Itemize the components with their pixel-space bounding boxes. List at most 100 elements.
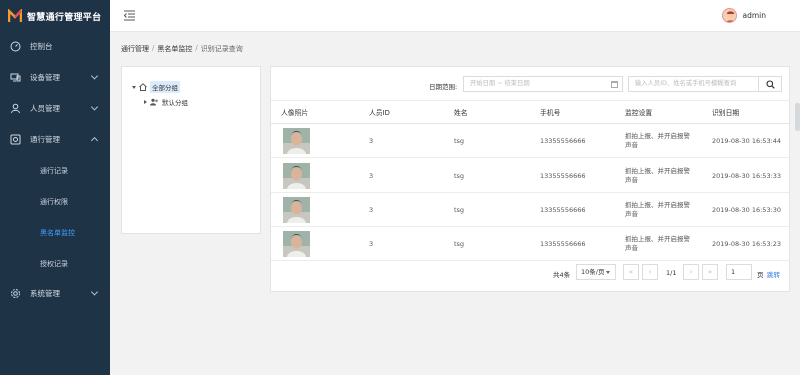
sidebar-subitem-blacklist[interactable]: 黑名单监控 <box>0 217 110 248</box>
gear-icon <box>10 288 21 299</box>
avatar <box>721 8 737 23</box>
table-row[interactable]: 3 tsg 13355556666 抓拍上报、并开启报警声音 2019-08-30 16… <box>271 159 789 193</box>
scrollbar-thumb[interactable] <box>795 103 800 131</box>
column-header: 识别日期 <box>712 109 740 117</box>
sidebar-item-label: 控制台 <box>30 41 53 51</box>
face-photo[interactable] <box>283 196 310 223</box>
chevron-down-icon <box>90 103 99 111</box>
search-input[interactable]: 输入人员ID、姓名或手机号模糊查询 <box>628 76 758 92</box>
monitor-setting-cell: 抓拍上报、并开启报警声音 <box>625 193 695 226</box>
breadcrumb-item[interactable]: 黑名单监控 <box>157 44 192 54</box>
chevron-down-icon <box>90 72 99 80</box>
sidebar-subitem-auth-records[interactable]: 授权记录 <box>0 248 110 279</box>
column-header: 手机号 <box>540 109 561 117</box>
page-size-select[interactable]: 10条/页 <box>576 264 616 280</box>
prev-page-button[interactable]: ‹ <box>642 264 658 280</box>
breadcrumb: 通行管理 / 黑名单监控 / 识别记录查询 <box>121 44 243 54</box>
phone-cell: 13355556666 <box>540 171 586 180</box>
tree-node-default[interactable]: 默认分组 <box>144 97 188 107</box>
table-row[interactable]: 3 tsg 13355556666 抓拍上报、并开启报警声音 2019-08-30 16… <box>271 227 789 261</box>
sidebar-item-device[interactable]: 设备管理 <box>0 62 110 92</box>
photo-cell <box>283 124 310 157</box>
name-cell: tsg <box>454 205 465 214</box>
column-header: 姓名 <box>454 109 468 117</box>
date-cell: 2019-08-30 16:53:30 <box>712 205 782 214</box>
tree-node-root[interactable]: 全部分组 <box>132 81 180 93</box>
first-page-button[interactable]: « <box>623 264 639 280</box>
group-tree-panel: 全部分组 默认分组 <box>121 66 261 234</box>
photo-cell <box>283 159 310 192</box>
tree-node-label[interactable]: 默认分组 <box>162 97 188 107</box>
column-header: 监控设置 <box>625 109 653 117</box>
pagination: 共4条 10条/页 « ‹ 1/1 › » 1 页 跳转 <box>271 263 789 285</box>
chevron-up-icon <box>90 136 99 145</box>
user-icon <box>10 103 21 114</box>
monitor-setting-cell: 抓拍上报、并开启报警声音 <box>625 159 695 192</box>
sidebar-item-dashboard[interactable]: 控制台 <box>0 31 110 61</box>
sidebar-item-people[interactable]: 人员管理 <box>0 93 110 123</box>
person-id-cell: 3 <box>369 239 374 248</box>
face-photo[interactable] <box>283 127 310 154</box>
date-cell: 2019-08-30 16:53:44 <box>712 136 782 145</box>
sidebar-item-label: 人员管理 <box>30 103 60 113</box>
phone-cell: 13355556666 <box>540 239 586 248</box>
user-menu[interactable]: admin <box>721 8 766 23</box>
name-cell: tsg <box>454 239 465 248</box>
monitor-setting-cell: 抓拍上报、并开启报警声音 <box>625 124 695 157</box>
table-header: 人像照片 人员ID 姓名 手机号 监控设置 识别日期 <box>271 100 789 124</box>
search-button[interactable] <box>758 76 782 92</box>
column-header: 人员ID <box>369 109 390 117</box>
jump-button[interactable]: 跳转 <box>767 269 780 279</box>
name-cell: tsg <box>454 136 465 145</box>
face-photo[interactable] <box>283 230 310 257</box>
table-row[interactable]: 3 tsg 13355556666 抓拍上报、并开启报警声音 2019-08-30 16… <box>271 193 789 227</box>
date-range-input[interactable]: 开始日期 ~ 结束日期 <box>463 76 623 92</box>
breadcrumb-item[interactable]: 通行管理 <box>121 44 149 54</box>
monitor-setting-text: 抓拍上报、并开启报警声音 <box>625 166 690 184</box>
monitor-setting-cell: 抓拍上报、并开启报警声音 <box>625 227 695 260</box>
date-range-placeholder: 开始日期 ~ 结束日期 <box>470 80 530 87</box>
sidebar-item-access[interactable]: 通行管理 <box>0 124 110 154</box>
records-panel: 日期范围: 开始日期 ~ 结束日期 输入人员ID、姓名或手机号模糊查询 人像照片… <box>270 66 790 292</box>
chevron-down-icon <box>90 288 99 296</box>
tree-node-label[interactable]: 全部分组 <box>150 81 180 93</box>
last-page-button[interactable]: » <box>702 264 718 280</box>
breadcrumb-separator: / <box>152 44 155 52</box>
sidebar-item-label: 系统管理 <box>30 288 60 298</box>
next-page-button[interactable]: › <box>683 264 699 280</box>
menu-collapse-icon[interactable] <box>123 9 136 22</box>
photo-cell <box>283 193 310 226</box>
group-icon <box>150 98 158 106</box>
search-icon <box>765 79 775 89</box>
sidebar-item-label: 设备管理 <box>30 72 60 82</box>
page-info: 1/1 <box>666 269 677 277</box>
caret-right-icon[interactable] <box>144 100 147 104</box>
page-suffix: 页 <box>757 271 764 279</box>
access-icon <box>10 134 21 145</box>
app-title: 智慧通行管理平台 <box>27 12 102 23</box>
table-row[interactable]: 3 tsg 13355556666 抓拍上报、并开启报警声音 2019-08-30 16… <box>271 124 789 158</box>
phone-cell: 13355556666 <box>540 205 586 214</box>
caret-down-icon[interactable] <box>132 85 136 89</box>
total-count: 共4条 <box>553 271 571 279</box>
sidebar-subitem-permissions[interactable]: 通行权限 <box>0 186 110 217</box>
top-header: admin <box>110 0 800 32</box>
logo-icon <box>8 9 22 22</box>
sidebar-item-system[interactable]: 系统管理 <box>0 278 110 308</box>
person-id-cell: 3 <box>369 171 374 180</box>
face-photo[interactable] <box>283 162 310 189</box>
breadcrumb-current: 识别记录查询 <box>200 45 243 53</box>
monitor-setting-text: 抓拍上报、并开启报警声音 <box>625 200 690 218</box>
breadcrumb-separator: / <box>195 44 198 52</box>
page-number-input[interactable]: 1 <box>726 264 752 280</box>
sidebar-subitem-records[interactable]: 通行记录 <box>0 155 110 186</box>
date-cell: 2019-08-30 16:53:23 <box>712 239 782 248</box>
dashboard-icon <box>10 41 21 52</box>
column-header: 人像照片 <box>281 109 309 117</box>
photo-cell <box>283 227 310 260</box>
person-id-cell: 3 <box>369 205 374 214</box>
date-cell: 2019-08-30 16:53:33 <box>712 171 782 180</box>
sidebar-item-label: 通行管理 <box>30 134 60 144</box>
logo: 智慧通行管理平台 <box>0 0 110 32</box>
home-icon <box>139 83 147 91</box>
